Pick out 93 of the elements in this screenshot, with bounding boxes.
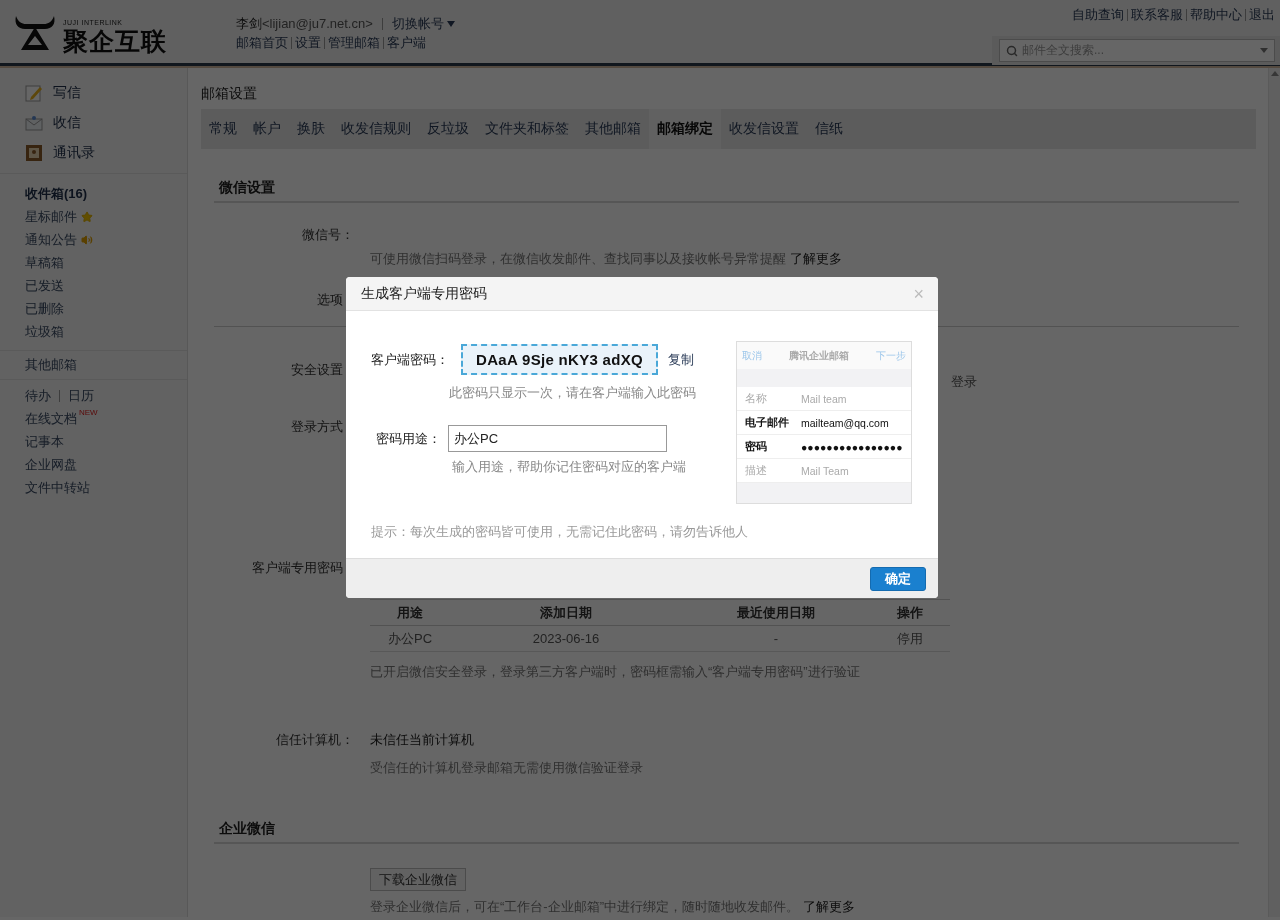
scrollbar[interactable] (1268, 68, 1280, 917)
scroll-up-icon[interactable] (1270, 71, 1279, 76)
field-value: 未信任当前计算机 (370, 731, 475, 749)
folder-item[interactable]: 垃圾箱 (0, 320, 187, 343)
settings-tab[interactable]: 文件夹和标签 (477, 109, 577, 149)
field-label: 登录方式 (290, 418, 344, 436)
caret-icon (446, 20, 455, 27)
page-title: 邮箱设置 (201, 84, 258, 103)
table-cell: 2023-06-16 (450, 626, 682, 652)
folder-item[interactable]: 通知公告 (0, 228, 187, 251)
column-header: 用途 (370, 600, 450, 626)
generated-password: DAaA 9Sje nKY3 adXQ (461, 344, 658, 375)
field-label: 微信号： (301, 226, 354, 244)
logo-icon (14, 14, 56, 52)
folder-item[interactable]: 已发送 (0, 274, 187, 297)
table-cell: - (682, 626, 870, 652)
notepad-pencil-icon (25, 84, 43, 102)
download-button[interactable]: 下载企业微信 (370, 868, 466, 891)
nav-link[interactable]: 邮箱首页 (236, 34, 288, 51)
tool-link[interactable]: 文件中转站 (0, 476, 187, 499)
preview-label: 描述 (745, 463, 768, 478)
preview-value: mailteam@qq.com (801, 416, 889, 429)
table-cell: 停用 (870, 626, 950, 652)
preview-cancel: 取消 (742, 348, 762, 363)
settings-tab[interactable]: 收发信设置 (721, 109, 807, 149)
top-link[interactable]: 联系客服 (1131, 6, 1183, 23)
field-label: 信任计算机： (275, 731, 354, 749)
sidebar-action[interactable]: 收信 (0, 108, 187, 138)
preview-label: 电子邮件 (745, 415, 790, 430)
settings-tab[interactable]: 其他邮箱 (577, 109, 649, 149)
speaker-icon (81, 233, 93, 246)
column-header: 最近使用日期 (682, 600, 870, 626)
settings-tab[interactable]: 信纸 (807, 109, 851, 149)
dialog-tip: 提示：每次生成的密码皆可使用，无需记住此密码，请勿告诉他人 (371, 523, 749, 541)
star-icon (81, 210, 93, 223)
purpose-input[interactable]: 办公PC (448, 425, 667, 452)
top-link[interactable]: 自助查询 (1072, 6, 1124, 23)
learn-more-link[interactable]: 了解更多 (802, 899, 855, 914)
description-tail: 登录 (951, 373, 977, 391)
nav-link[interactable]: 客户端 (387, 34, 426, 51)
switch-account-link[interactable]: 切换帐号 (391, 15, 455, 32)
learn-more-link[interactable]: 了解更多 (789, 251, 842, 266)
field-label: 密码用途： (375, 429, 442, 448)
preview-label: 密码 (745, 439, 768, 454)
logo-name: 聚企互联 (63, 27, 167, 55)
field-label: 客户端密码： (371, 350, 448, 369)
preview-value: ●●●●●●●●●●●●●●●● (801, 440, 903, 453)
nav-link[interactable]: 设置 (295, 34, 321, 51)
copy-link[interactable]: 复制 (668, 350, 694, 369)
tool-link[interactable]: 待办 (25, 387, 51, 404)
confirm-button[interactable]: 确定 (870, 566, 926, 591)
address-book-icon (25, 144, 43, 162)
field-label: 安全设置 (290, 361, 344, 379)
folder-item[interactable]: 已删除 (0, 297, 187, 320)
settings-tab[interactable]: 邮箱绑定 (649, 109, 721, 149)
user-email: <lijian@ju7.net.cn> (262, 15, 373, 32)
field-label: 客户端专用密码 (251, 559, 343, 577)
field-hint: 此密码只显示一次，请在客户端输入此密码 (448, 384, 696, 402)
settings-tab[interactable]: 换肤 (289, 109, 333, 149)
close-button[interactable]: × (913, 284, 924, 303)
column-header: 操作 (870, 600, 950, 626)
preview-value: Mail team (801, 392, 847, 405)
tool-link[interactable]: 日历 (68, 387, 94, 404)
preview-title: 腾讯企业邮箱 (789, 348, 849, 363)
column-header: 添加日期 (450, 600, 682, 626)
settings-tab[interactable]: 反垃圾 (419, 109, 477, 149)
field-hint: 输入用途，帮助你记住密码对应的客户端 (451, 458, 687, 476)
tool-link[interactable]: 记事本 (0, 430, 187, 453)
folder-item[interactable]: 草稿箱 (0, 251, 187, 274)
envelope-icon (25, 114, 43, 132)
top-link[interactable]: 退出 (1249, 6, 1275, 23)
field-label: 选项 (316, 291, 344, 309)
settings-tab[interactable]: 帐户 (245, 109, 289, 149)
caret-icon (1260, 48, 1268, 53)
sidebar-action[interactable]: 写信 (0, 78, 187, 108)
nav-link[interactable]: 管理邮箱 (328, 34, 380, 51)
settings-tab[interactable]: 收发信规则 (333, 109, 419, 149)
folder-item[interactable]: 收件箱(16) (0, 182, 187, 205)
preview-label: 名称 (745, 391, 768, 406)
new-label: NEW (79, 408, 98, 417)
folder-item[interactable]: 星标邮件 (0, 205, 187, 228)
preview-value: Mail Team (801, 464, 849, 477)
folder-item[interactable]: 其他邮箱 (0, 353, 187, 376)
dialog-title: 生成客户端专用密码 (361, 284, 488, 303)
table-cell: 办公PC (370, 626, 450, 652)
section-title: 微信设置 (214, 177, 1239, 203)
section-title: 企业微信 (214, 818, 1239, 844)
top-link[interactable]: 帮助中心 (1190, 6, 1242, 23)
sidebar-action[interactable]: 通讯录 (0, 138, 187, 168)
settings-tab[interactable]: 常规 (201, 109, 245, 149)
tool-link[interactable]: 企业网盘 (0, 453, 187, 476)
search-icon (1006, 44, 1018, 57)
user-name: 李剑 (236, 15, 262, 32)
